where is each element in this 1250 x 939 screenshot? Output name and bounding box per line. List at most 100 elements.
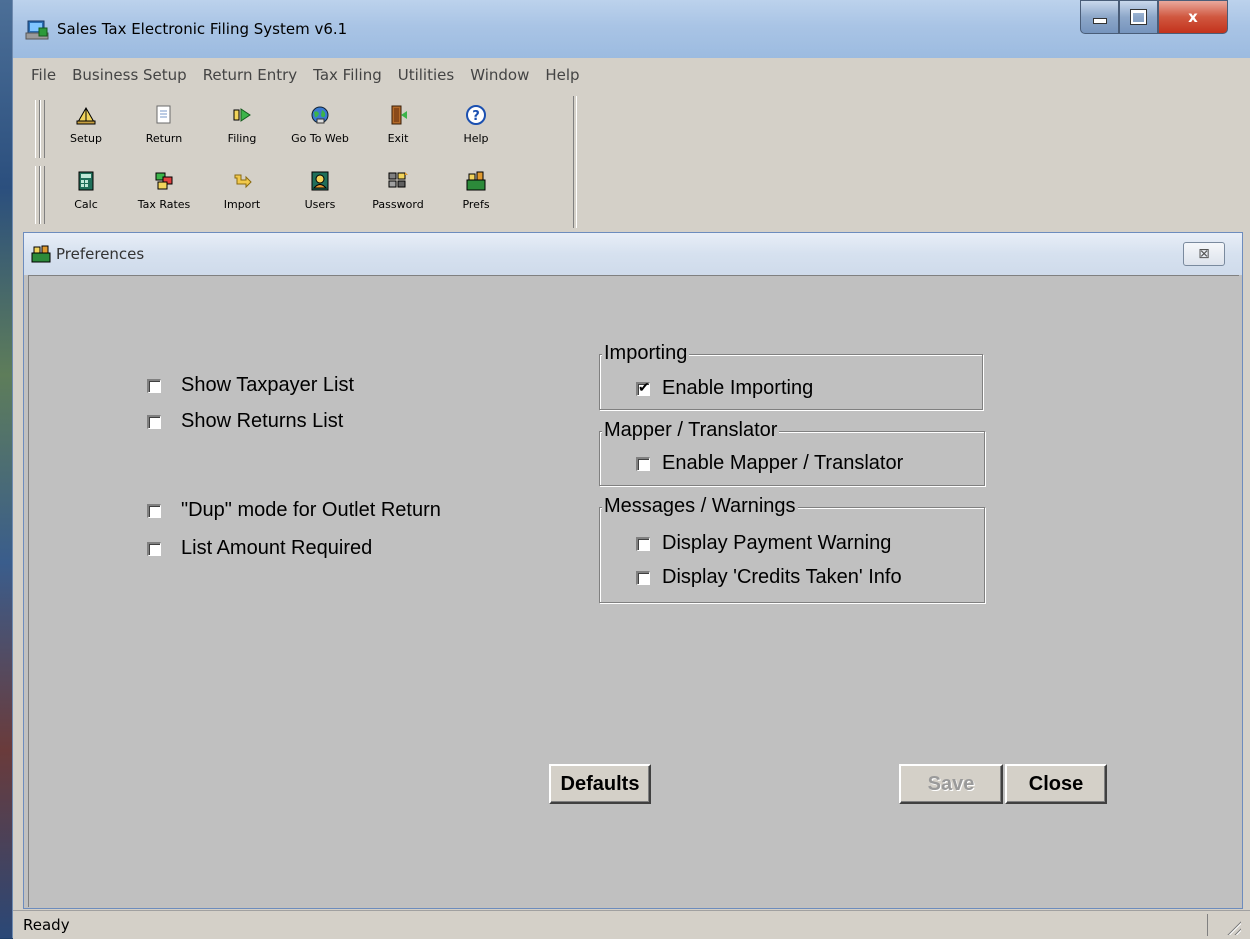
display-credits-taken-checkbox[interactable]: Display 'Credits Taken' Info [636,566,902,589]
help-label: Help [463,132,489,145]
toolbar-grip [40,166,45,224]
prefs-button[interactable]: Prefs [441,170,511,220]
save-button[interactable]: Save [899,764,1003,804]
password-button[interactable]: Password [363,170,433,220]
import-button[interactable]: Import [207,170,277,220]
enable-importing-checkbox[interactable]: Enable Importing [636,377,813,400]
menu-help[interactable]: Help [537,66,587,84]
close-button[interactable]: Close [1005,764,1107,804]
defaults-button[interactable]: Defaults [549,764,651,804]
return-label: Return [145,132,183,145]
prefs-icon [466,171,486,191]
import-label: Import [223,198,261,211]
save-label: Save [927,772,975,795]
importing-group-label: Importing [602,342,690,365]
menu-tax-filing[interactable]: Tax Filing [305,66,390,84]
app-window: Sales Tax Electronic Filing System v6.1 … [12,0,1250,939]
go-to-web-label: Go To Web [291,132,349,145]
exit-door-icon [391,105,407,125]
checkbox-label: Enable Mapper / Translator [662,452,904,474]
menu-file[interactable]: File [17,66,64,84]
return-icon [156,105,171,124]
importing-group: Importing Enable Importing [599,342,983,410]
password-icon [388,172,408,188]
show-taxpayer-list-checkbox[interactable]: Show Taxpayer List [147,374,354,397]
display-payment-warning-checkbox[interactable]: Display Payment Warning [636,532,891,555]
preferences-panel: Show Taxpayer List Show Returns List "Du… [28,275,1239,907]
defaults-label: Defaults [560,772,640,795]
menu-bar: File Business Setup Return Entry Tax Fil… [17,62,1247,88]
preferences-title-bar[interactable]: Preferences ⊠ [24,233,1242,275]
checkbox-label: Show Returns List [181,410,344,432]
checkbox-box [147,503,161,518]
minimize-icon [1092,18,1107,24]
users-label: Users [304,198,336,211]
window-title: Sales Tax Electronic Filing System v6.1 [57,20,348,38]
status-text: Ready [23,916,70,934]
checkbox-label: List Amount Required [181,537,373,559]
menu-return-entry[interactable]: Return Entry [195,66,305,84]
help-icon: ? [466,105,486,125]
mapper-group-label: Mapper / Translator [602,419,780,442]
users-button[interactable]: Users [285,170,355,220]
minimize-button[interactable] [1080,0,1119,34]
menu-utilities[interactable]: Utilities [390,66,462,84]
menu-business-setup[interactable]: Business Setup [64,66,195,84]
show-returns-list-checkbox[interactable]: Show Returns List [147,410,343,433]
messages-group-label: Messages / Warnings [602,495,798,518]
toolbar-secondary: Calc Tax Rates Import Users Password Pre… [31,162,573,228]
toolbar-main: Setup Return Filing Go To Web Exit ? Hel… [31,96,573,163]
preferences-close-button[interactable]: ⊠ [1183,242,1225,266]
dup-mode-checkbox[interactable]: "Dup" mode for Outlet Return [147,499,441,522]
preferences-window: Preferences ⊠ Show Taxpayer List Show Re… [23,232,1243,909]
calc-button[interactable]: Calc [51,170,121,220]
title-bar[interactable]: Sales Tax Electronic Filing System v6.1 … [13,0,1250,58]
close-label: Close [1028,772,1084,795]
checkbox-box [147,414,161,429]
checkbox-label: Enable Importing [662,377,814,399]
maximize-icon [1130,9,1147,25]
checkbox-label: Display Payment Warning [662,532,892,554]
status-bar: Ready [13,910,1250,939]
close-window-button[interactable]: x [1158,0,1228,34]
users-icon [311,171,329,191]
checkbox-label: Display 'Credits Taken' Info [662,566,902,588]
calculator-icon [78,171,94,191]
import-icon [234,174,252,189]
exit-button[interactable]: Exit [363,104,433,154]
messages-warnings-group: Messages / Warnings Display Payment Warn… [599,495,985,603]
mapper-translator-group: Mapper / Translator Enable Mapper / Tran… [599,419,985,486]
checkbox-label: "Dup" mode for Outlet Return [181,499,441,521]
checkbox-label: Show Taxpayer List [181,374,355,396]
tax-rates-icon [155,172,173,190]
setup-button[interactable]: Setup [51,104,121,154]
toolbar-divider [573,96,577,228]
prefs-icon [31,245,51,263]
menu-window[interactable]: Window [462,66,537,84]
setup-icon [76,106,96,125]
go-to-web-button[interactable]: Go To Web [285,104,355,154]
tax-rates-label: Tax Rates [137,198,191,211]
enable-mapper-checkbox[interactable]: Enable Mapper / Translator [636,452,903,475]
globe-icon [311,106,329,124]
svg-text:?: ? [472,109,480,124]
help-button[interactable]: ? Help [441,104,511,154]
filing-icon [233,108,251,122]
desktop-background [0,0,12,938]
list-amount-required-checkbox[interactable]: List Amount Required [147,537,372,560]
toolbar-grip [40,100,45,158]
calc-label: Calc [74,198,98,211]
filing-button[interactable]: Filing [207,104,277,154]
checkbox-box [636,570,650,585]
checkbox-box [636,456,650,471]
close-icon: ⊠ [1198,246,1210,262]
checkbox-box [636,536,650,551]
checkbox-box [636,379,650,396]
preferences-title: Preferences [56,245,145,263]
password-label: Password [372,198,424,211]
checkbox-box [147,541,161,556]
tax-rates-button[interactable]: Tax Rates [129,170,199,220]
maximize-button[interactable] [1119,0,1158,34]
exit-label: Exit [387,132,409,145]
return-button[interactable]: Return [129,104,199,154]
